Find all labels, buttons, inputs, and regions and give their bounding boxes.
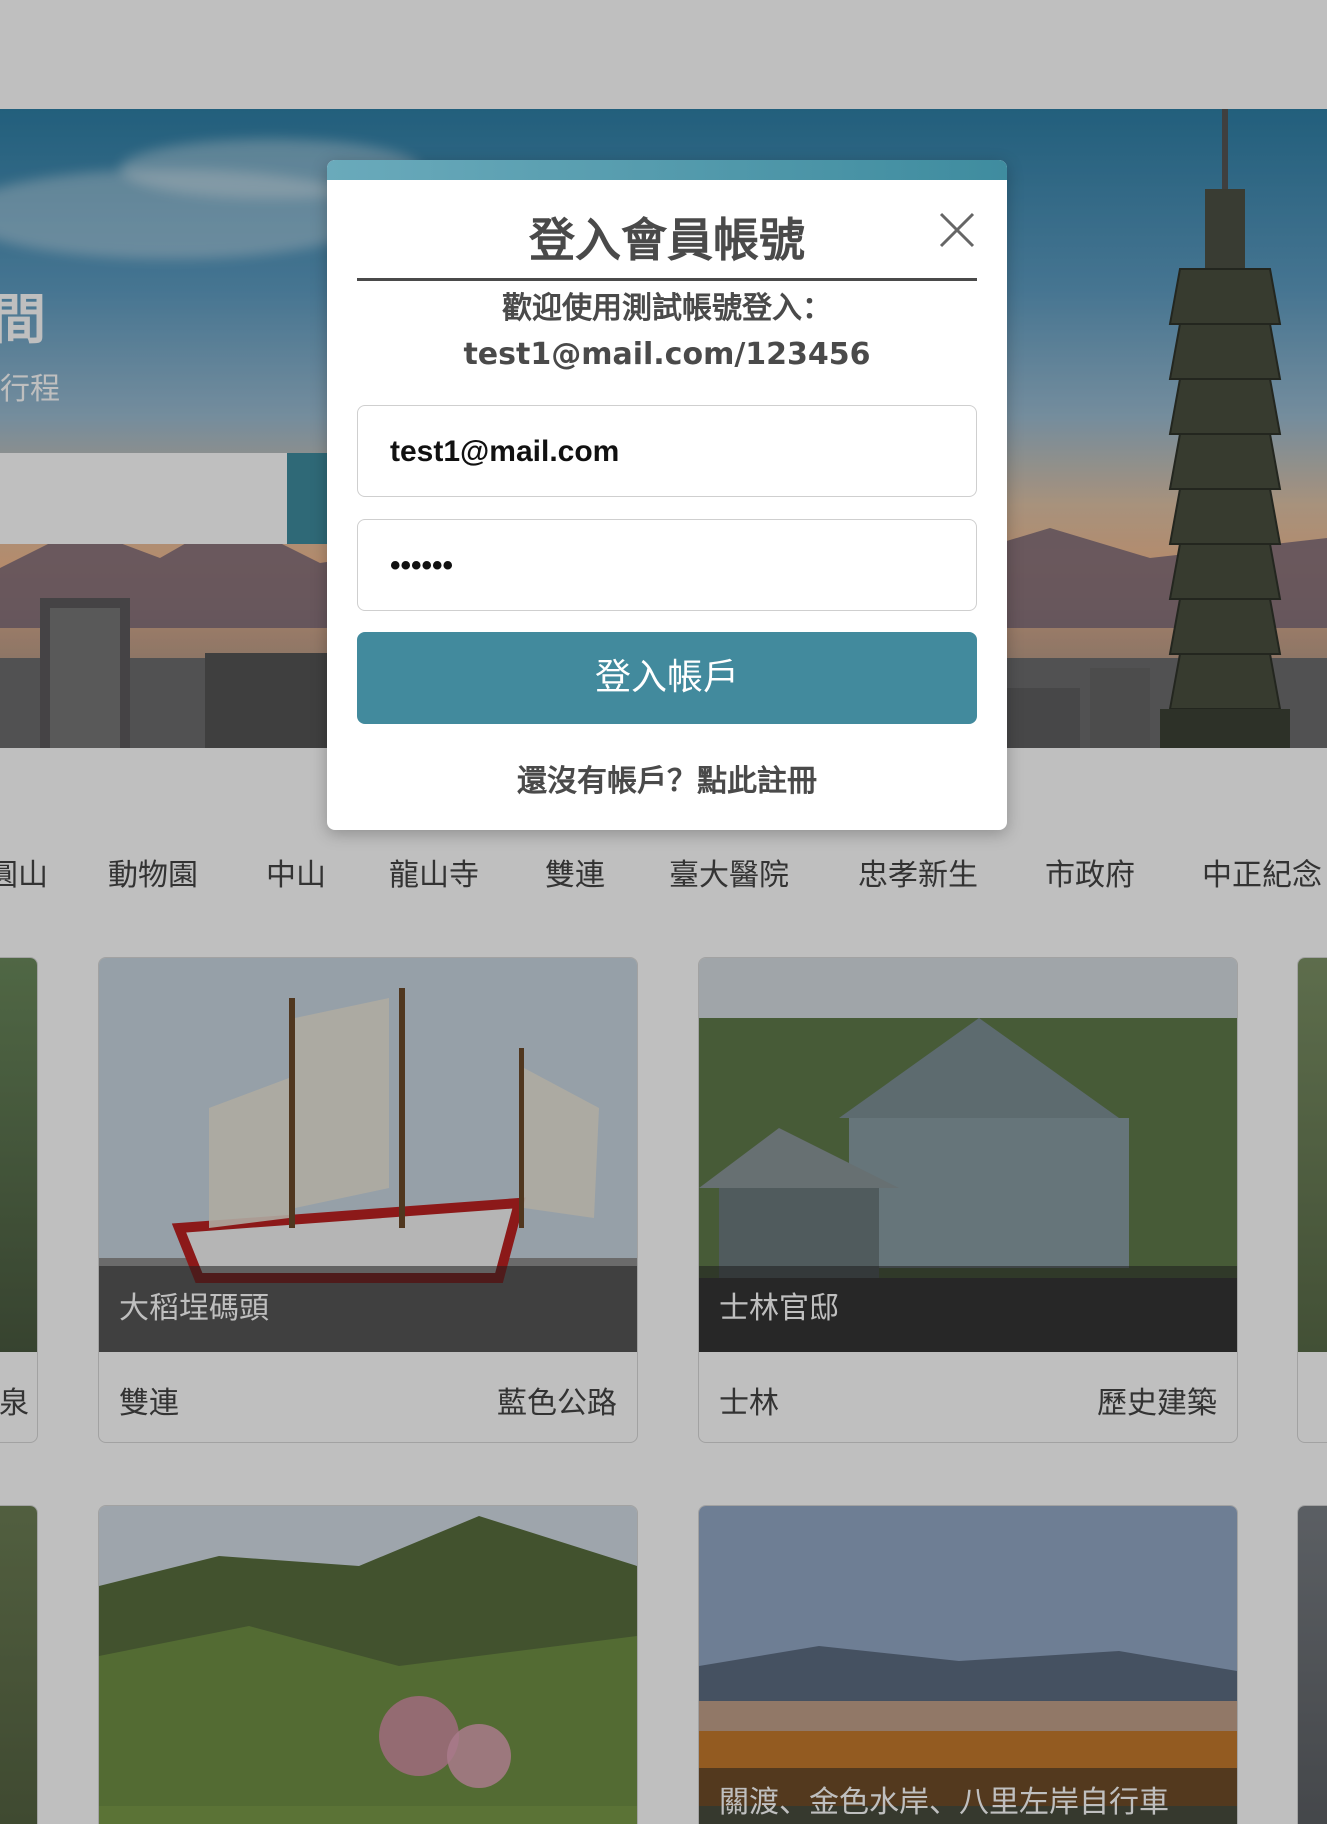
welcome-line-1: 歡迎使用測試帳號登入：: [502, 291, 832, 326]
login-modal: 登入會員帳號 歡迎使用測試帳號登入： test1@mail.com/123456…: [327, 160, 1007, 830]
login-button[interactable]: 登入帳戶: [357, 632, 977, 724]
welcome-message: 歡迎使用測試帳號登入： test1@mail.com/123456: [327, 286, 1007, 378]
email-input[interactable]: [388, 406, 952, 497]
modal-title: 登入會員帳號: [529, 213, 805, 267]
register-link[interactable]: 還沒有帳戶？點此註冊: [327, 756, 1007, 800]
password-field[interactable]: [357, 519, 977, 611]
title-divider: [357, 278, 977, 281]
modal-accent-bar: [327, 160, 1007, 180]
password-input[interactable]: [388, 520, 952, 611]
test-credentials: test1@mail.com/123456: [463, 337, 871, 372]
close-icon[interactable]: [937, 210, 977, 250]
email-field[interactable]: [357, 405, 977, 497]
